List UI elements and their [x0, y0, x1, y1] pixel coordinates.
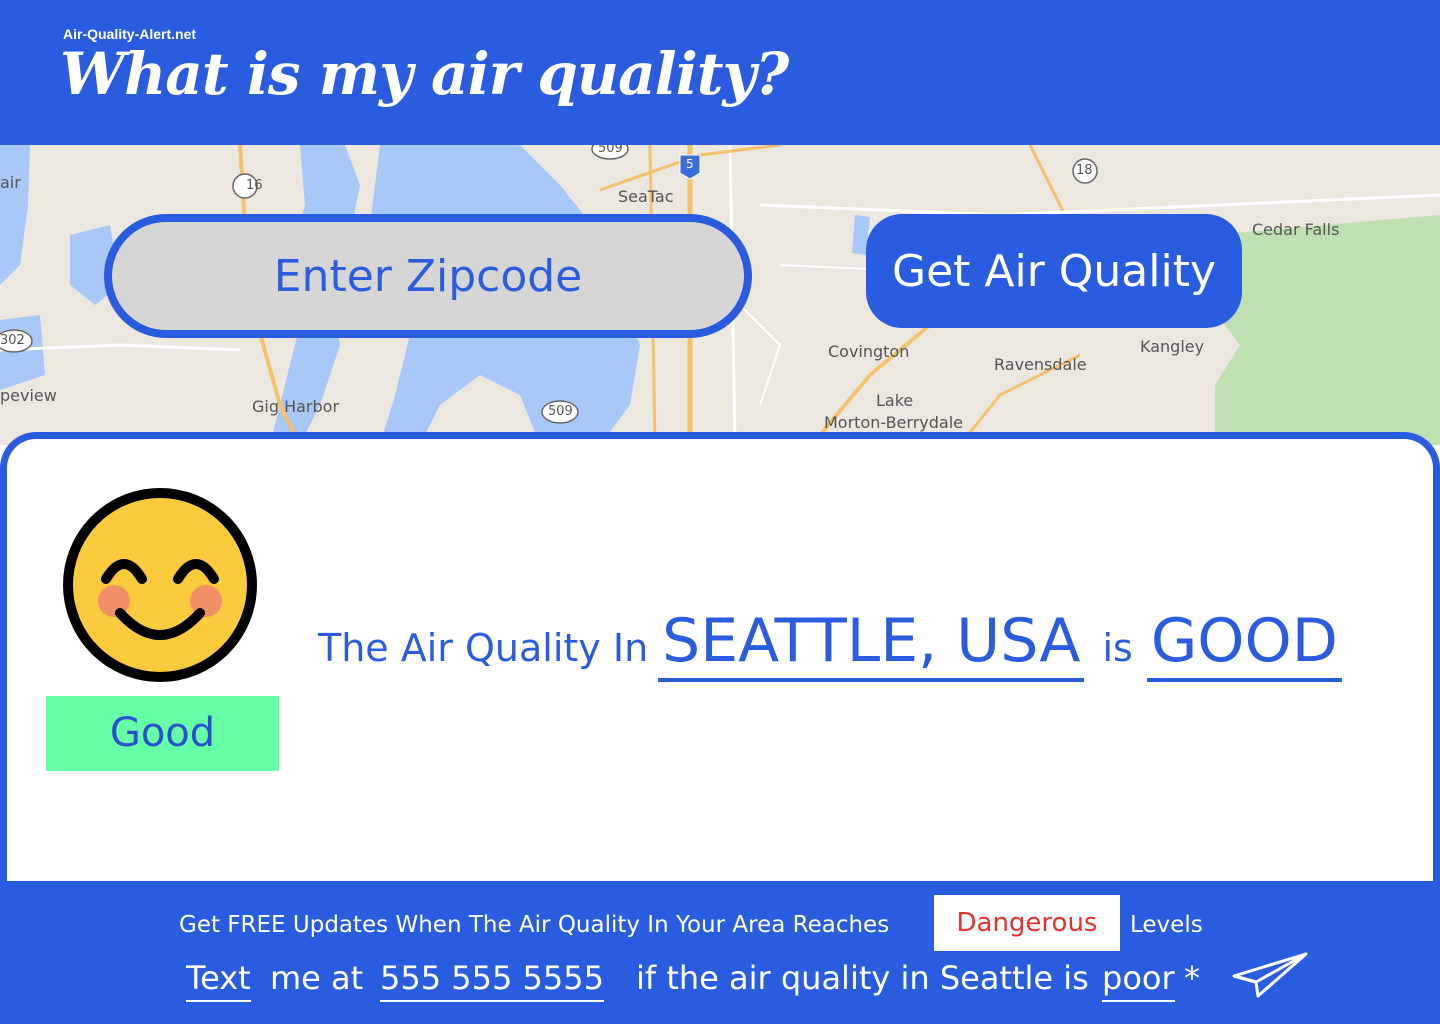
smiling-face-icon: [63, 488, 257, 682]
promo-suffix: Levels: [1130, 912, 1203, 938]
map-route-16: 16: [246, 178, 263, 193]
map-route-509-top: 509: [598, 145, 623, 156]
text-link[interactable]: Text: [186, 956, 251, 1002]
promo-line: Get FREE Updates When The Air Quality In…: [0, 895, 1440, 951]
map-route-302: 302: [0, 333, 25, 348]
map-label-cedar-falls: Cedar Falls: [1252, 220, 1340, 239]
air-quality-sentence: The Air Quality In SEATTLE, USA is GOOD: [318, 606, 1342, 682]
map-route-18: 18: [1076, 163, 1093, 178]
map-label-ravensdale: Ravensdale: [994, 355, 1087, 374]
header-bar: Air-Quality-Alert.net What is my air qua…: [0, 0, 1440, 145]
page-title: What is my air quality?: [60, 40, 789, 108]
air-quality-level[interactable]: GOOD: [1146, 606, 1342, 682]
map-label-lake: Lake: [876, 391, 914, 410]
zipcode-input[interactable]: [104, 214, 752, 338]
city-name[interactable]: SEATTLE, USA: [658, 606, 1085, 682]
get-air-quality-button[interactable]: Get Air Quality: [866, 214, 1242, 328]
phone-number-field[interactable]: 555 555 5555: [380, 956, 604, 1002]
cta-asterisk: *: [1184, 959, 1200, 997]
map-label-seatac: SeaTac: [618, 187, 674, 206]
sentence-prefix: The Air Quality In: [318, 626, 649, 670]
paper-plane-icon[interactable]: [1230, 950, 1310, 1000]
map-label-gig-harbor: Gig Harbor: [252, 397, 340, 416]
map-label-peview: peview: [0, 386, 57, 405]
cta-me-at: me at: [270, 959, 364, 997]
sms-signup-line: Text me at 555 555 5555 if the air quali…: [0, 956, 1440, 1006]
map-label-covington: Covington: [828, 342, 910, 361]
status-badge: Good: [46, 696, 279, 771]
cta-middle-text: if the air quality in Seattle is: [636, 959, 1089, 997]
sentence-is: is: [1102, 626, 1133, 670]
poor-level-select[interactable]: poor: [1102, 956, 1175, 1002]
map-route-509: 509: [548, 404, 573, 419]
map-label-kangley: Kangley: [1140, 337, 1205, 356]
danger-badge: Dangerous: [934, 895, 1120, 951]
promo-text: Get FREE Updates When The Air Quality In…: [179, 912, 890, 938]
map-label-morton-berrydale: Morton-Berrydale: [824, 413, 963, 432]
map-route-5: 5: [686, 157, 694, 171]
map-label-air: air: [0, 173, 21, 192]
